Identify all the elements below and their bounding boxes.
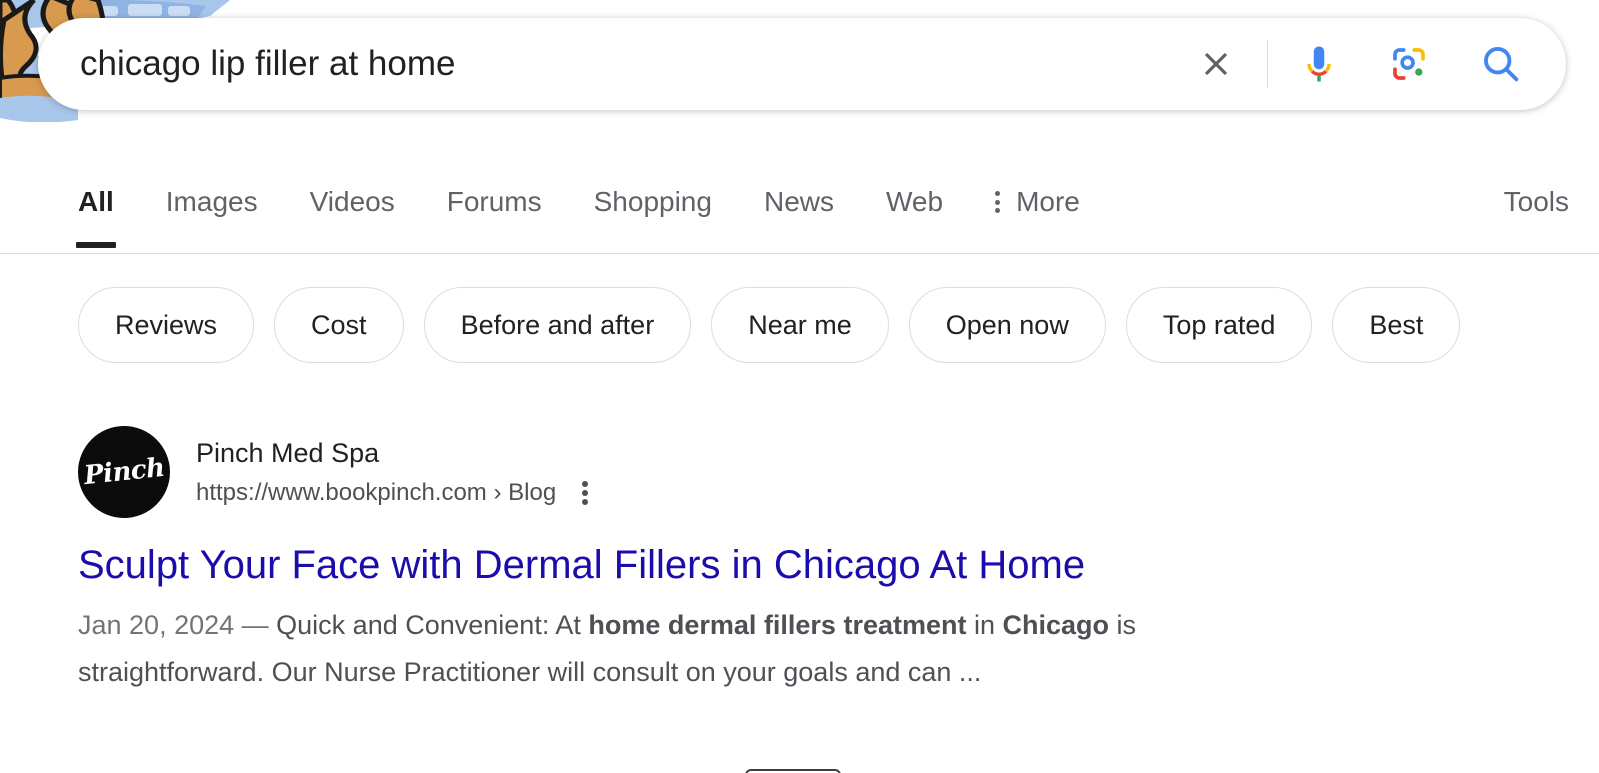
tab-label: All [78, 186, 114, 217]
chip-before-and-after[interactable]: Before and after [423, 287, 692, 363]
tab-all[interactable]: All [76, 168, 116, 248]
more-vert-icon [995, 191, 1001, 213]
search-results-page: All Images Videos Forums Shopping News W… [0, 0, 1599, 773]
tab-label: Forums [446, 186, 542, 217]
search-icon[interactable] [1474, 37, 1528, 91]
url-row: https://www.bookpinch.com › Blog [196, 477, 589, 509]
more-label: More [1016, 186, 1080, 217]
tab-label: Web [885, 186, 944, 217]
more-filters-button[interactable]: More [995, 168, 1080, 248]
chip-best[interactable]: Best [1332, 287, 1461, 363]
favicon-label: Pinch [82, 452, 166, 492]
tab-news[interactable]: News [764, 168, 834, 248]
chip-label: Cost [311, 309, 367, 340]
chip-label: Top rated [1162, 309, 1276, 340]
tab-shopping[interactable]: Shopping [594, 168, 712, 248]
result-options-icon[interactable] [582, 481, 589, 505]
search-bar[interactable] [38, 18, 1566, 110]
tab-label: Shopping [593, 186, 712, 217]
chip-label: Reviews [115, 309, 218, 340]
snippet-date: Jan 20, 2024 [78, 610, 235, 640]
search-input[interactable] [80, 42, 1189, 86]
tab-label: Images [165, 186, 258, 217]
snippet-text-1: Quick and Convenient: At [268, 610, 589, 640]
microphone-icon[interactable] [1292, 37, 1346, 91]
tab-videos[interactable]: Videos [310, 168, 395, 248]
filter-chips-row: Reviews Cost Before and after Near me Op… [0, 286, 1599, 364]
favicon: Pinch [78, 426, 170, 518]
result-header: Pinch Pinch Med Spa https://www.bookpinc… [78, 426, 1378, 518]
chip-label: Open now [945, 309, 1069, 340]
next-result-partial [745, 769, 841, 773]
chip-top-rated[interactable]: Top rated [1125, 287, 1313, 363]
tab-images[interactable]: Images [166, 168, 258, 248]
search-divider [1267, 40, 1268, 88]
tab-forums[interactable]: Forums [447, 168, 542, 248]
site-name: Pinch Med Spa [196, 438, 380, 468]
snippet-bold-1: home dermal fillers treatment [588, 610, 967, 640]
snippet-bold-2: Chicago [1002, 610, 1110, 640]
tab-label: News [763, 186, 834, 217]
tools-button[interactable]: Tools [1504, 168, 1569, 248]
site-info: Pinch Med Spa https://www.bookpinch.com … [196, 435, 589, 509]
chip-cost[interactable]: Cost [274, 287, 404, 363]
search-nav-bar: All Images Videos Forums Shopping News W… [0, 168, 1599, 254]
tab-label: Videos [309, 186, 395, 217]
google-lens-icon[interactable] [1382, 37, 1436, 91]
snippet-dash: — [241, 610, 269, 640]
tools-label: Tools [1503, 186, 1569, 217]
tab-web[interactable]: Web [886, 168, 943, 248]
chip-reviews[interactable]: Reviews [78, 287, 255, 363]
search-result-item: Pinch Pinch Med Spa https://www.bookpinc… [78, 426, 1378, 696]
result-url: https://www.bookpinch.com › Blog [196, 479, 557, 506]
chip-label: Near me [748, 309, 852, 340]
chip-label: Before and after [460, 309, 655, 340]
result-title-link[interactable]: Sculpt Your Face with Dermal Fillers in … [78, 540, 1378, 590]
result-snippet: Jan 20, 2024 — Quick and Convenient: At … [78, 602, 1288, 696]
chip-near-me[interactable]: Near me [711, 287, 889, 363]
nav-tabs: All Images Videos Forums Shopping News W… [76, 168, 1132, 248]
close-icon[interactable] [1189, 37, 1243, 91]
snippet-text-2: in [966, 610, 1003, 640]
snippet-dash-sep [234, 610, 242, 640]
chip-open-now[interactable]: Open now [908, 287, 1106, 363]
chip-label: Best [1369, 309, 1424, 340]
